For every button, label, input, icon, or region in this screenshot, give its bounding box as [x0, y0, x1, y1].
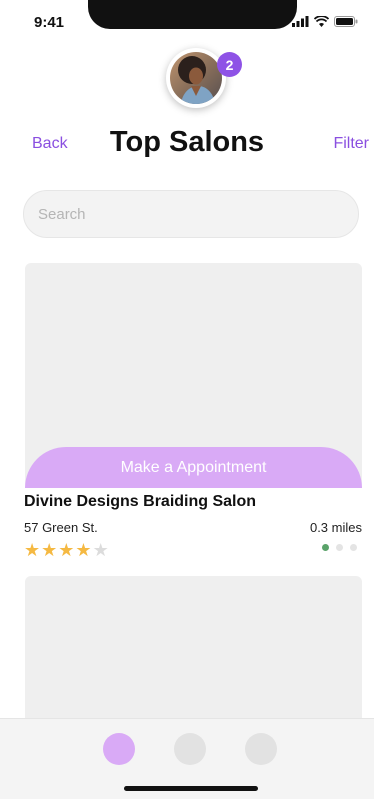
star-filled-icon: ★	[24, 540, 41, 560]
carousel-dot[interactable]	[336, 544, 343, 551]
salon-address: 57 Green St.	[24, 520, 98, 535]
tab-item-1[interactable]	[103, 733, 135, 765]
salon-card-next[interactable]	[25, 576, 362, 726]
carousel-dot[interactable]	[322, 544, 329, 551]
salon-name[interactable]: Divine Designs Braiding Salon	[24, 493, 256, 511]
make-appointment-button[interactable]: Make a Appointment	[25, 447, 362, 488]
device-notch	[88, 0, 297, 29]
filter-button[interactable]: Filter	[333, 135, 369, 153]
carousel-indicator[interactable]	[322, 544, 357, 551]
star-filled-icon: ★	[58, 540, 75, 560]
wifi-icon	[314, 16, 329, 27]
star-empty-icon: ★	[92, 540, 109, 560]
avatar-photo	[170, 52, 222, 104]
salon-distance: 0.3 miles	[309, 520, 362, 535]
tab-item-2[interactable]	[174, 733, 206, 765]
search-placeholder: Search	[38, 206, 86, 223]
profile-avatar[interactable]	[166, 48, 226, 108]
carousel-dot[interactable]	[350, 544, 357, 551]
page-title: Top Salons	[109, 126, 265, 158]
cellular-signal-icon	[292, 16, 309, 27]
battery-icon	[334, 16, 358, 27]
home-indicator	[124, 786, 258, 791]
status-icons	[292, 16, 358, 27]
star-filled-icon: ★	[41, 540, 58, 560]
status-time: 9:41	[34, 14, 65, 31]
tab-item-3[interactable]	[245, 733, 277, 765]
rating-stars: ★ ★ ★ ★ ★	[24, 540, 109, 560]
star-filled-icon: ★	[75, 540, 92, 560]
notification-badge: 2	[217, 52, 242, 77]
